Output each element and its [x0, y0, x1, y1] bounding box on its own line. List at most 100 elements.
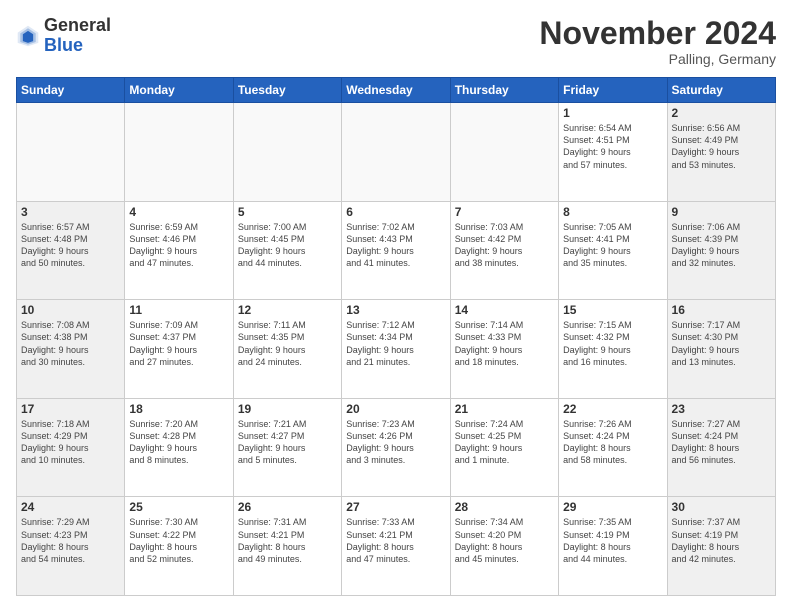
day-number: 3: [21, 205, 120, 219]
col-friday: Friday: [559, 78, 667, 103]
calendar-cell: [233, 103, 341, 202]
day-info: Sunrise: 7:26 AM Sunset: 4:24 PM Dayligh…: [563, 418, 662, 467]
calendar-cell: 11 Sunrise: 7:09 AM Sunset: 4:37 PM Dayli…: [125, 300, 233, 399]
col-thursday: Thursday: [450, 78, 558, 103]
day-info: Sunrise: 7:11 AM Sunset: 4:35 PM Dayligh…: [238, 319, 337, 368]
calendar-cell: [125, 103, 233, 202]
day-info: Sunrise: 7:06 AM Sunset: 4:39 PM Dayligh…: [672, 221, 771, 270]
day-number: 5: [238, 205, 337, 219]
calendar-cell: 10 Sunrise: 7:08 AM Sunset: 4:38 PM Dayli…: [17, 300, 125, 399]
calendar-cell: 27 Sunrise: 7:33 AM Sunset: 4:21 PM Dayli…: [342, 497, 450, 596]
day-number: 29: [563, 500, 662, 514]
day-number: 15: [563, 303, 662, 317]
calendar-cell: 23 Sunrise: 7:27 AM Sunset: 4:24 PM Dayli…: [667, 398, 775, 497]
day-info: Sunrise: 7:31 AM Sunset: 4:21 PM Dayligh…: [238, 516, 337, 565]
day-number: 13: [346, 303, 445, 317]
day-info: Sunrise: 7:18 AM Sunset: 4:29 PM Dayligh…: [21, 418, 120, 467]
day-number: 8: [563, 205, 662, 219]
logo-general-text: General: [44, 15, 111, 35]
day-info: Sunrise: 7:24 AM Sunset: 4:25 PM Dayligh…: [455, 418, 554, 467]
day-number: 7: [455, 205, 554, 219]
day-info: Sunrise: 7:35 AM Sunset: 4:19 PM Dayligh…: [563, 516, 662, 565]
calendar-cell: 2 Sunrise: 6:56 AM Sunset: 4:49 PM Daylig…: [667, 103, 775, 202]
day-number: 19: [238, 402, 337, 416]
day-info: Sunrise: 7:29 AM Sunset: 4:23 PM Dayligh…: [21, 516, 120, 565]
calendar-week-row-1: 3Sunrise: 6:57 AM Sunset: 4:48 PM Daylig…: [17, 201, 776, 300]
calendar-cell: 8 Sunrise: 7:05 AM Sunset: 4:41 PM Daylig…: [559, 201, 667, 300]
month-title: November 2024: [539, 16, 776, 51]
day-number: 10: [21, 303, 120, 317]
calendar-cell: 19Sunrise: 7:21 AM Sunset: 4:27 PM Dayli…: [233, 398, 341, 497]
day-info: Sunrise: 7:37 AM Sunset: 4:19 PM Dayligh…: [672, 516, 771, 565]
day-number: 17: [21, 402, 120, 416]
calendar-cell: 18Sunrise: 7:20 AM Sunset: 4:28 PM Dayli…: [125, 398, 233, 497]
day-info: Sunrise: 7:09 AM Sunset: 4:37 PM Dayligh…: [129, 319, 228, 368]
calendar-cell: 13 Sunrise: 7:12 AM Sunset: 4:34 PM Dayli…: [342, 300, 450, 399]
calendar-cell: 22 Sunrise: 7:26 AM Sunset: 4:24 PM Dayli…: [559, 398, 667, 497]
day-info: Sunrise: 7:30 AM Sunset: 4:22 PM Dayligh…: [129, 516, 228, 565]
day-number: 18: [129, 402, 228, 416]
day-number: 20: [346, 402, 445, 416]
calendar-cell: 30Sunrise: 7:37 AM Sunset: 4:19 PM Dayli…: [667, 497, 775, 596]
day-number: 11: [129, 303, 228, 317]
calendar-cell: 25 Sunrise: 7:30 AM Sunset: 4:22 PM Dayli…: [125, 497, 233, 596]
location: Palling, Germany: [539, 51, 776, 67]
day-number: 27: [346, 500, 445, 514]
calendar-cell: [17, 103, 125, 202]
day-number: 26: [238, 500, 337, 514]
day-info: Sunrise: 7:17 AM Sunset: 4:30 PM Dayligh…: [672, 319, 771, 368]
col-monday: Monday: [125, 78, 233, 103]
calendar-cell: 7 Sunrise: 7:03 AM Sunset: 4:42 PM Daylig…: [450, 201, 558, 300]
calendar-cell: [342, 103, 450, 202]
calendar-cell: 1 Sunrise: 6:54 AM Sunset: 4:51 PM Daylig…: [559, 103, 667, 202]
calendar-cell: 29 Sunrise: 7:35 AM Sunset: 4:19 PM Dayli…: [559, 497, 667, 596]
day-info: Sunrise: 7:14 AM Sunset: 4:33 PM Dayligh…: [455, 319, 554, 368]
day-number: 23: [672, 402, 771, 416]
day-info: Sunrise: 7:00 AM Sunset: 4:45 PM Dayligh…: [238, 221, 337, 270]
day-number: 14: [455, 303, 554, 317]
logo-icon: [16, 24, 40, 48]
day-number: 25: [129, 500, 228, 514]
day-info: Sunrise: 7:23 AM Sunset: 4:26 PM Dayligh…: [346, 418, 445, 467]
day-info: Sunrise: 7:27 AM Sunset: 4:24 PM Dayligh…: [672, 418, 771, 467]
col-saturday: Saturday: [667, 78, 775, 103]
logo-text: General Blue: [44, 16, 111, 56]
day-info: Sunrise: 7:03 AM Sunset: 4:42 PM Dayligh…: [455, 221, 554, 270]
col-sunday: Sunday: [17, 78, 125, 103]
calendar-cell: 4 Sunrise: 6:59 AM Sunset: 4:46 PM Daylig…: [125, 201, 233, 300]
day-info: Sunrise: 6:59 AM Sunset: 4:46 PM Dayligh…: [129, 221, 228, 270]
title-block: November 2024 Palling, Germany: [539, 16, 776, 67]
calendar-cell: 14 Sunrise: 7:14 AM Sunset: 4:33 PM Dayli…: [450, 300, 558, 399]
day-info: Sunrise: 7:05 AM Sunset: 4:41 PM Dayligh…: [563, 221, 662, 270]
calendar-cell: 15Sunrise: 7:15 AM Sunset: 4:32 PM Dayli…: [559, 300, 667, 399]
calendar-week-row-2: 10 Sunrise: 7:08 AM Sunset: 4:38 PM Dayli…: [17, 300, 776, 399]
calendar-cell: [450, 103, 558, 202]
day-number: 24: [21, 500, 120, 514]
calendar-cell: 12 Sunrise: 7:11 AM Sunset: 4:35 PM Dayli…: [233, 300, 341, 399]
calendar-cell: 26 Sunrise: 7:31 AM Sunset: 4:21 PM Dayli…: [233, 497, 341, 596]
day-info: Sunrise: 7:08 AM Sunset: 4:38 PM Dayligh…: [21, 319, 120, 368]
day-number: 1: [563, 106, 662, 120]
calendar-header-row: Sunday Monday Tuesday Wednesday Thursday…: [17, 78, 776, 103]
calendar-cell: 21 Sunrise: 7:24 AM Sunset: 4:25 PM Dayli…: [450, 398, 558, 497]
day-number: 22: [563, 402, 662, 416]
day-number: 21: [455, 402, 554, 416]
day-info: Sunrise: 6:56 AM Sunset: 4:49 PM Dayligh…: [672, 122, 771, 171]
calendar-cell: 9Sunrise: 7:06 AM Sunset: 4:39 PM Daylig…: [667, 201, 775, 300]
calendar-cell: 17 Sunrise: 7:18 AM Sunset: 4:29 PM Dayli…: [17, 398, 125, 497]
day-info: Sunrise: 7:33 AM Sunset: 4:21 PM Dayligh…: [346, 516, 445, 565]
calendar-cell: 28Sunrise: 7:34 AM Sunset: 4:20 PM Dayli…: [450, 497, 558, 596]
calendar-cell: 16Sunrise: 7:17 AM Sunset: 4:30 PM Dayli…: [667, 300, 775, 399]
day-info: Sunrise: 7:12 AM Sunset: 4:34 PM Dayligh…: [346, 319, 445, 368]
calendar-cell: 24 Sunrise: 7:29 AM Sunset: 4:23 PM Dayli…: [17, 497, 125, 596]
calendar-cell: 20 Sunrise: 7:23 AM Sunset: 4:26 PM Dayli…: [342, 398, 450, 497]
calendar-table: Sunday Monday Tuesday Wednesday Thursday…: [16, 77, 776, 596]
calendar-cell: 6Sunrise: 7:02 AM Sunset: 4:43 PM Daylig…: [342, 201, 450, 300]
day-number: 12: [238, 303, 337, 317]
calendar-week-row-4: 24 Sunrise: 7:29 AM Sunset: 4:23 PM Dayli…: [17, 497, 776, 596]
day-info: Sunrise: 6:54 AM Sunset: 4:51 PM Dayligh…: [563, 122, 662, 171]
day-number: 4: [129, 205, 228, 219]
calendar-week-row-0: 1 Sunrise: 6:54 AM Sunset: 4:51 PM Daylig…: [17, 103, 776, 202]
day-number: 2: [672, 106, 771, 120]
page: General Blue November 2024 Palling, Germ…: [0, 0, 792, 612]
